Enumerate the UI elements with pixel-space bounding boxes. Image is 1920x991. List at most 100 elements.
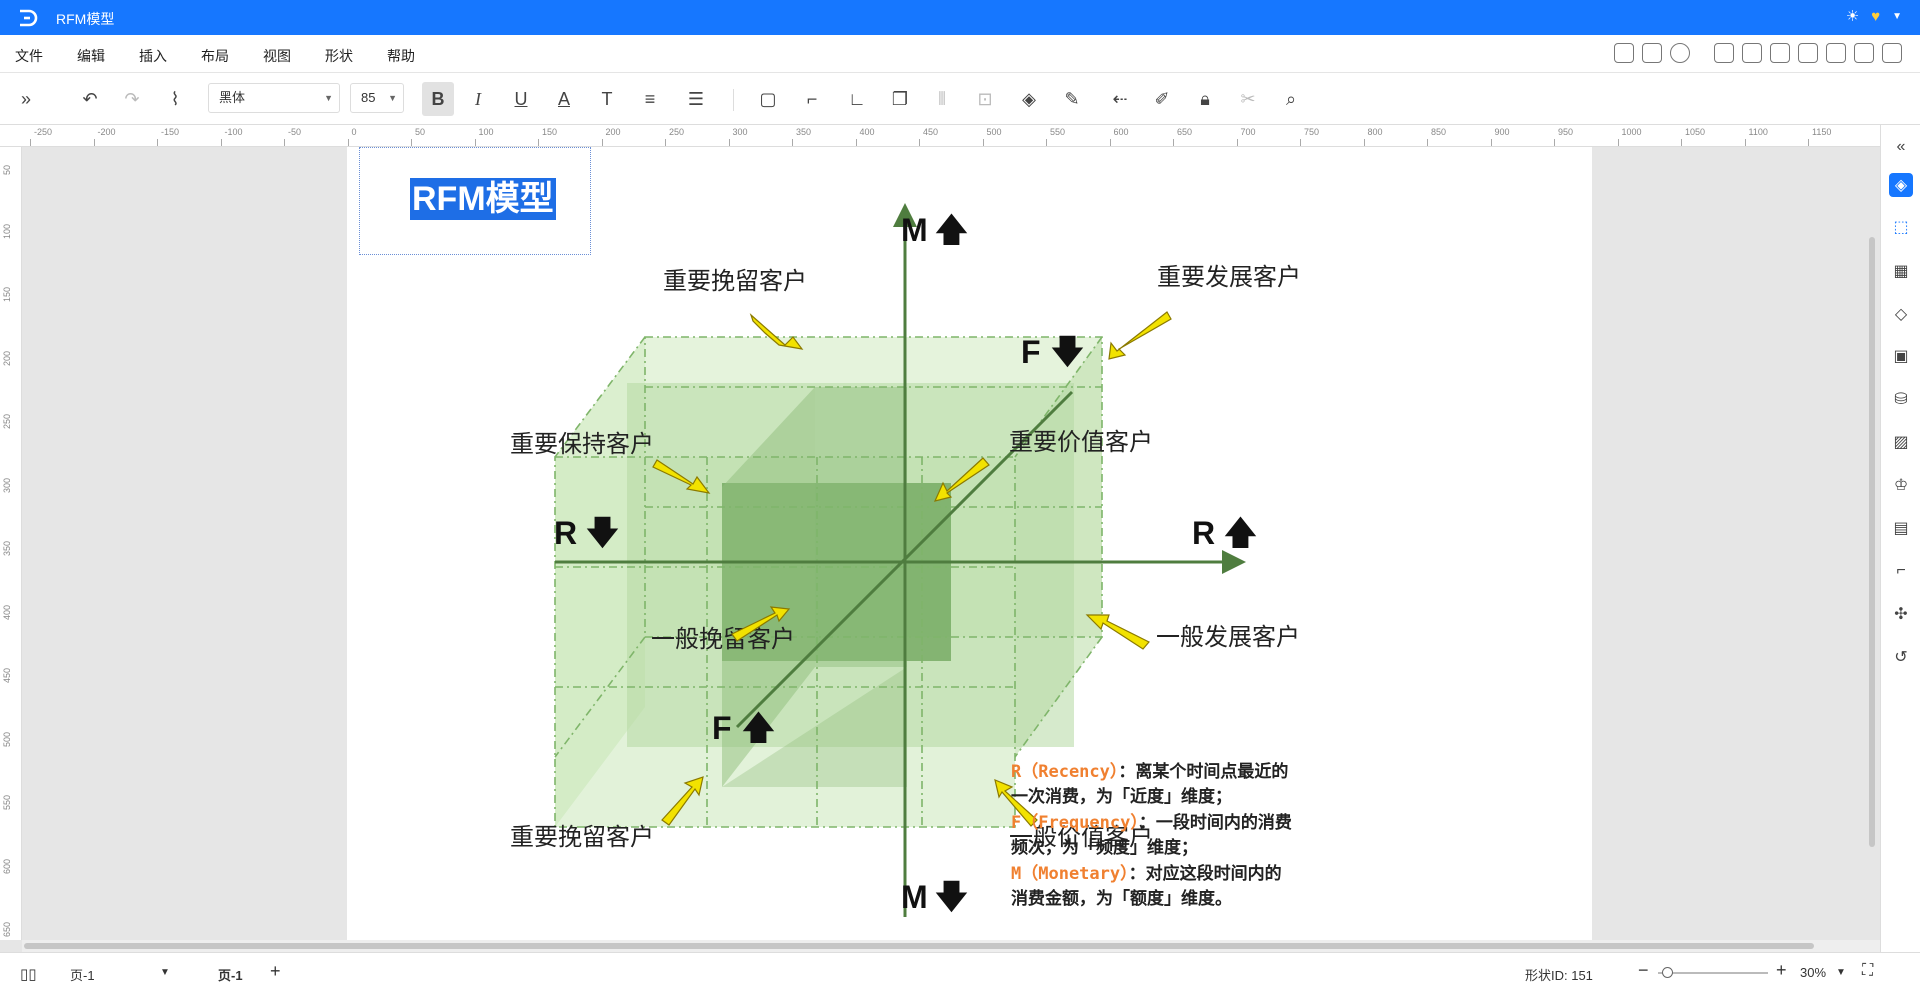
ruler-tick-label: 500 <box>2 731 12 747</box>
menu-file[interactable]: 文件 <box>15 46 43 66</box>
ruler-tick <box>982 139 984 146</box>
lock-icon[interactable]: 🔒︎ <box>1193 87 1217 111</box>
canvas-area[interactable]: RFM模型 M 🡅︎ M 🡇︎ R 🡇︎ R 🡅︎ F 🡇︎ F 🡅︎ 重要挽留… <box>22 147 1880 940</box>
font-family-select[interactable]: 黑体 ▼ <box>208 83 340 113</box>
chevron-down-icon[interactable]: ▼ <box>160 967 170 978</box>
brush-icon[interactable]: ✎ <box>1060 87 1084 111</box>
r-right-label: R <box>1192 515 1215 551</box>
share-icon[interactable] <box>1798 43 1818 63</box>
lock-doc-icon[interactable] <box>1826 43 1846 63</box>
theme-shirt-icon[interactable] <box>1882 43 1902 63</box>
search-icon[interactable]: ⌕ <box>1279 87 1303 111</box>
ruler-tick-label: 1150 <box>1812 127 1832 137</box>
org-chart-icon[interactable]: ♔ <box>1889 473 1913 497</box>
mindmap-icon[interactable]: ✣ <box>1889 602 1913 626</box>
data-icon[interactable]: ⛁ <box>1889 387 1913 411</box>
underline-icon[interactable]: U <box>509 87 533 111</box>
app-logo-icon[interactable] <box>16 6 40 30</box>
horizontal-scrollbar[interactable] <box>22 940 1880 952</box>
send-icon[interactable] <box>1642 43 1662 63</box>
zoom-slider[interactable] <box>1658 972 1768 974</box>
account-dropdown-icon[interactable]: ▼ <box>1892 6 1902 28</box>
ruler-tick-label: 650 <box>1177 127 1193 137</box>
ruler-tick-label: 550 <box>1050 127 1066 137</box>
page-tab[interactable]: 页-1 <box>218 965 243 984</box>
scrollbar-thumb[interactable] <box>1869 237 1875 847</box>
collapse-panel-icon[interactable]: » <box>14 87 38 111</box>
bold-icon[interactable]: B <box>422 82 454 116</box>
fullscreen-icon[interactable] <box>1614 43 1634 63</box>
page-setup-icon[interactable]: ⬚ <box>1889 215 1913 239</box>
vip-badge-icon[interactable]: ♥ <box>1871 6 1880 28</box>
zoom-out-icon[interactable]: − <box>1638 960 1649 981</box>
image-icon[interactable]: ▨ <box>1889 430 1913 454</box>
arrange-icon[interactable]: ❐ <box>888 87 912 111</box>
format-painter-icon[interactable]: ⌇ <box>163 87 187 111</box>
export-icon[interactable] <box>1770 43 1790 63</box>
segment-label-important-retain: 重要挽留客户 <box>663 267 807 295</box>
window-title: RFM模型 <box>56 11 115 27</box>
chevron-down-icon[interactable]: ▼ <box>1836 967 1846 978</box>
ruler-tick-label: 400 <box>859 127 875 137</box>
zoom-level[interactable]: 30% <box>1800 965 1826 980</box>
history-icon[interactable]: ↺ <box>1889 645 1913 669</box>
ruler-tick <box>1046 139 1047 146</box>
scrollbar-thumb[interactable] <box>24 943 1814 949</box>
page-canvas[interactable]: RFM模型 M 🡅︎ M 🡇︎ R 🡇︎ R 🡅︎ F 🡇︎ F 🡅︎ 重要挽留… <box>347 147 1592 940</box>
table-icon[interactable]: ▤ <box>1889 516 1913 540</box>
line-spacing-icon[interactable]: ☰ <box>684 87 708 111</box>
zoom-in-icon[interactable]: + <box>1776 960 1787 981</box>
theme-sun-icon[interactable]: ☀ <box>1846 6 1859 28</box>
text-style-icon[interactable]: T <box>595 87 619 111</box>
layers-icon[interactable]: ◇ <box>1889 302 1913 326</box>
menu-edit[interactable]: 编辑 <box>77 46 105 66</box>
svg-text:R（Recency）：离某个时间点最近的: R（Recency）：离某个时间点最近的 <box>1011 761 1288 782</box>
page-select[interactable]: 页-1 <box>70 965 95 984</box>
f-bottom-label: F <box>712 710 732 746</box>
present-play-icon[interactable] <box>1670 43 1690 63</box>
ruler-tick <box>855 139 857 146</box>
edit-shape-icon[interactable]: ✐ <box>1150 87 1174 111</box>
menu-layout[interactable]: 布局 <box>201 46 229 66</box>
style-fill-icon[interactable]: ◈ <box>1889 173 1913 197</box>
menu-help[interactable]: 帮助 <box>387 46 415 66</box>
chevron-down-icon: ▼ <box>388 93 397 103</box>
line-dash-icon[interactable]: ⇠ <box>1103 87 1137 111</box>
menu-shape[interactable]: 形状 <box>325 46 353 66</box>
font-color-icon[interactable]: A <box>552 87 576 111</box>
presentation-icon[interactable]: ▣ <box>1889 344 1913 368</box>
download-icon[interactable] <box>1742 43 1762 63</box>
align-icon[interactable]: ≡ <box>638 87 662 111</box>
group-icon[interactable]: ⊡ <box>973 87 997 111</box>
undo-icon[interactable]: ↶ <box>78 87 102 111</box>
ruler-tick <box>30 139 31 146</box>
ruler-tick-label: 750 <box>1304 127 1320 137</box>
add-page-icon[interactable]: + <box>270 961 281 982</box>
grid-layout-icon[interactable]: ▦ <box>1889 259 1913 283</box>
distribute-icon[interactable]: ⫴ <box>930 87 954 111</box>
legend-r-key: R（Recency） <box>1011 761 1118 782</box>
font-size-select[interactable]: 85 ▼ <box>350 83 404 113</box>
rfm-cube-diagram[interactable]: M 🡅︎ M 🡇︎ R 🡇︎ R 🡅︎ F 🡇︎ F 🡅︎ 重要挽留客户 重要发… <box>347 147 1592 940</box>
ruler-tick-label: 450 <box>923 127 939 137</box>
vertical-scrollbar[interactable] <box>1866 147 1878 940</box>
zoom-slider-handle[interactable] <box>1662 967 1673 978</box>
italic-icon[interactable]: I <box>466 87 490 111</box>
fill-bucket-icon[interactable]: ◈ <box>1017 87 1041 111</box>
text-box-icon[interactable]: ▢ <box>756 87 780 111</box>
menu-insert[interactable]: 插入 <box>139 46 167 66</box>
ruler-tick-label: 1100 <box>1748 127 1768 137</box>
fit-screen-icon[interactable]: ⛶ <box>1862 962 1873 980</box>
collab-icon[interactable] <box>1854 43 1874 63</box>
ruler-tick <box>347 139 349 146</box>
save-icon[interactable] <box>1714 43 1734 63</box>
tools-icon[interactable]: ✂ <box>1236 87 1260 111</box>
collapse-right-icon[interactable]: « <box>1889 135 1913 159</box>
redo-icon[interactable]: ↷ <box>120 87 144 111</box>
format-icon[interactable]: ⌐ <box>1889 559 1913 583</box>
menu-view[interactable]: 视图 <box>263 46 291 66</box>
connector-icon[interactable]: ⌐ <box>800 87 824 111</box>
legend-r-text-2: 一次消费，为「近度」维度； <box>1011 786 1232 807</box>
page-panel-icon[interactable]: ▯▯ <box>20 965 37 983</box>
line-style-icon[interactable]: ∟ <box>845 87 869 111</box>
